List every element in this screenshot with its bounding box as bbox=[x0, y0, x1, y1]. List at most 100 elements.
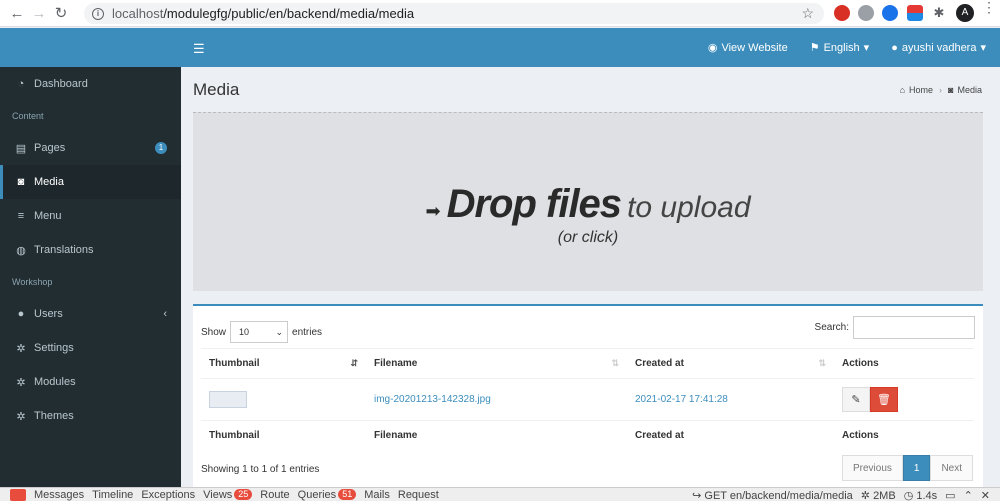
search-input[interactable] bbox=[853, 316, 975, 339]
browser-toolbar: ← → ↻ i localhost/modulegfg/public/en/ba… bbox=[0, 0, 1000, 27]
column-header-thumbnail[interactable]: Thumbnail ⇵ bbox=[201, 348, 366, 379]
bookmark-star-icon[interactable]: ☆ bbox=[801, 5, 814, 22]
breadcrumb-separator: › bbox=[939, 85, 943, 95]
delete-button[interactable]: 🗑 bbox=[870, 387, 898, 412]
sidebar-item-users[interactable]: ● Users ‹ bbox=[0, 297, 181, 331]
sidebar-toggle-icon[interactable]: ☰ bbox=[193, 41, 205, 57]
debugbar-tab-views[interactable]: Views 25 bbox=[203, 489, 253, 501]
table-header-row: Thumbnail ⇵ Filename ⇅ Created at ⇅ Actions bbox=[201, 348, 974, 379]
pagination-page-1[interactable]: 1 bbox=[902, 455, 931, 481]
debugbar: Messages Timeline Exceptions Views 25 Rou… bbox=[0, 487, 1000, 501]
actions-cell: ✎ 🗑 bbox=[834, 378, 974, 421]
sidebar-item-settings[interactable]: ✲ Settings bbox=[0, 331, 181, 365]
footer-actions: Actions bbox=[834, 420, 974, 451]
views-count-badge: 25 bbox=[234, 489, 253, 500]
edit-button[interactable]: ✎ bbox=[842, 387, 870, 412]
forward-icon[interactable]: → bbox=[28, 2, 50, 24]
address-bar[interactable]: i localhost/modulegfg/public/en/backend/… bbox=[84, 3, 824, 24]
top-navbar: ☰ ◉ View Website ⚑ English ▾ ● ayushi vadher… bbox=[0, 28, 1000, 67]
user-icon: ● bbox=[891, 41, 898, 54]
chevron-down-icon: ⌄ bbox=[275, 326, 284, 337]
sidebar-header-content: Content bbox=[12, 111, 44, 121]
table-row: img-20201213-142328.jpg 2021-02-17 17:41… bbox=[201, 378, 974, 421]
debugbar-tab-mails[interactable]: Mails bbox=[364, 489, 390, 501]
extension-icon[interactable] bbox=[858, 5, 874, 21]
breadcrumb-current: Media bbox=[957, 85, 982, 95]
user-menu[interactable]: ● ayushi vadhera ▾ bbox=[891, 41, 986, 55]
sidebar-item-menu[interactable]: ≡ Menu bbox=[0, 199, 181, 233]
debugbar-tab-exceptions[interactable]: Exceptions bbox=[141, 489, 195, 501]
sidebar-item-modules[interactable]: ✲ Modules bbox=[0, 365, 181, 399]
camera-icon: ◙ bbox=[948, 85, 954, 95]
close-icon[interactable]: ✕ bbox=[981, 489, 990, 501]
table-search: Search: bbox=[815, 316, 975, 339]
pages-badge: 1 bbox=[155, 142, 167, 154]
created-at-value: 2021-02-17 17:41:28 bbox=[635, 394, 728, 405]
home-icon: ⌂ bbox=[899, 85, 906, 95]
sidebar-item-dashboard[interactable]: ◔ Dashboard bbox=[0, 67, 181, 101]
column-header-actions: Actions bbox=[834, 348, 974, 379]
filename-link[interactable]: img-20201213-142328.jpg bbox=[374, 394, 491, 405]
breadcrumb-home-link[interactable]: Home bbox=[909, 85, 933, 95]
column-header-filename[interactable]: Filename ⇅ bbox=[366, 348, 627, 379]
reload-icon[interactable]: ↻ bbox=[50, 2, 72, 24]
debugbar-logo-icon[interactable] bbox=[10, 488, 26, 501]
media-table: Thumbnail ⇵ Filename ⇅ Created at ⇅ Actions… bbox=[201, 348, 974, 451]
sidebar-item-translations[interactable]: ◍ Translations bbox=[0, 233, 181, 267]
sidebar-item-media[interactable]: ◙ Media bbox=[0, 165, 181, 199]
chevron-left-icon: ‹ bbox=[163, 308, 167, 320]
dropzone-hint: (or click) bbox=[557, 228, 619, 246]
file-icon: ▤ bbox=[15, 142, 27, 155]
queries-count-badge: 51 bbox=[338, 489, 357, 500]
cogs-icon: ✲ bbox=[16, 410, 26, 423]
page-length-control: Show 10 ⌄ entries bbox=[201, 321, 322, 343]
breadcrumb: ⌂ Home › ◙ Media bbox=[900, 85, 982, 95]
flag-icon: ⚑ bbox=[809, 42, 820, 54]
thumbnail-cell bbox=[201, 378, 366, 421]
more-menu-icon[interactable]: ⋮ bbox=[982, 0, 996, 14]
debugbar-request: ↪ GET en/backend/media/media bbox=[692, 489, 853, 501]
sidebar: ◔ Dashboard Content ▤ Pages 1 ◙ Media ≡ Menu … bbox=[0, 67, 181, 487]
debugbar-tab-queries[interactable]: Queries 51 bbox=[298, 489, 357, 501]
profile-avatar[interactable]: A bbox=[956, 4, 974, 22]
extension-g-icon[interactable] bbox=[882, 5, 898, 21]
footer-filename: Filename bbox=[366, 420, 627, 451]
footer-thumbnail: Thumbnail bbox=[201, 420, 366, 451]
extension-icon[interactable] bbox=[907, 5, 923, 21]
file-dropzone[interactable]: ➡ Drop files to upload (or click) bbox=[193, 112, 983, 291]
back-icon[interactable]: ← bbox=[6, 2, 28, 24]
page-length-select[interactable]: 10 ⌄ bbox=[230, 321, 289, 343]
debugbar-time: ◷ 1.4s bbox=[903, 489, 938, 501]
sidebar-header-workshop: Workshop bbox=[12, 277, 53, 287]
pencil-icon: ✎ bbox=[851, 394, 861, 406]
column-header-created-at[interactable]: Created at ⇅ bbox=[627, 348, 834, 379]
extension-icon[interactable] bbox=[834, 5, 850, 21]
page-title: Media bbox=[193, 80, 240, 99]
view-website-link[interactable]: ◉ View Website bbox=[708, 41, 788, 55]
debugbar-tab-request[interactable]: Request bbox=[398, 489, 439, 501]
sidebar-item-themes[interactable]: ✲ Themes bbox=[0, 399, 181, 433]
pagination-previous[interactable]: Previous bbox=[841, 455, 903, 481]
puzzle-icon[interactable]: ✱ bbox=[931, 5, 947, 21]
sort-desc-icon: ⇵ bbox=[350, 358, 358, 368]
share-icon: ↪ bbox=[692, 489, 702, 501]
debugbar-tab-timeline[interactable]: Timeline bbox=[92, 489, 133, 501]
folder-open-icon[interactable]: ▭ bbox=[945, 489, 955, 501]
user-icon: ● bbox=[17, 308, 25, 320]
dropzone-title: Drop files bbox=[446, 181, 622, 226]
pagination-next[interactable]: Next bbox=[930, 455, 973, 481]
debugbar-tab-messages[interactable]: Messages bbox=[34, 489, 84, 501]
cogs-icon: ✲ bbox=[860, 489, 870, 501]
table-info: Showing 1 to 1 of 1 entries bbox=[201, 464, 320, 475]
chevron-up-icon[interactable]: ⌃ bbox=[964, 489, 973, 501]
arrow-right-icon: ➡ bbox=[425, 200, 441, 221]
site-info-icon[interactable]: i bbox=[92, 7, 104, 20]
camera-icon: ◙ bbox=[17, 176, 25, 188]
thumbnail-image[interactable] bbox=[209, 391, 247, 408]
url-text: localhost/modulegfg/public/en/backend/me… bbox=[112, 6, 415, 21]
debugbar-tab-route[interactable]: Route bbox=[260, 489, 289, 501]
sidebar-item-pages[interactable]: ▤ Pages 1 bbox=[0, 131, 181, 165]
navbar-logo-area bbox=[0, 28, 181, 67]
language-dropdown[interactable]: ⚑ English ▾ bbox=[809, 41, 869, 55]
media-table-box: Show 10 ⌄ entries Search: Thumbnail ⇵ File… bbox=[193, 304, 983, 487]
